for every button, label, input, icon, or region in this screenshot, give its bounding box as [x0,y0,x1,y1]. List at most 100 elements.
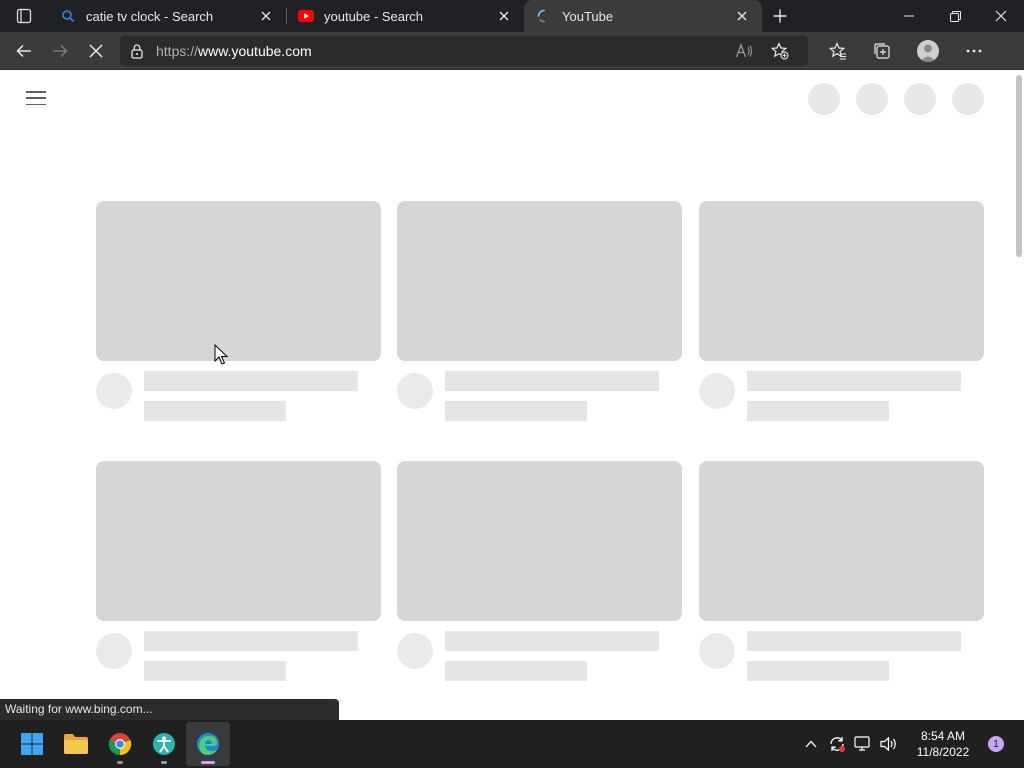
title-placeholder [445,371,659,391]
channel-avatar-placeholder [96,633,132,669]
clock-time: 8:54 AM [920,729,966,743]
minimize-button[interactable] [886,0,932,32]
show-hidden-icons-button[interactable] [798,720,824,768]
video-meta-placeholder [397,621,682,691]
close-window-button[interactable] [978,0,1024,32]
tabstrip-drag-area[interactable] [798,0,886,32]
chevron-up-icon [805,740,817,748]
guide-menu-button[interactable] [24,89,48,107]
thumbnail-placeholder [96,461,381,621]
lock-icon[interactable] [130,43,144,59]
notification-badge[interactable]: 1 [988,736,1004,752]
masthead-placeholder-buttons [808,83,984,115]
menu-line [26,97,46,99]
clock-date: 11/8/2022 [916,745,970,759]
network-button[interactable] [850,720,876,768]
channel-avatar-placeholder [397,373,433,409]
video-meta-placeholder [96,621,381,691]
avatar [917,39,939,62]
forward-arrow-icon [53,44,68,57]
title-placeholder [445,631,659,651]
star-add-icon [771,41,789,59]
clock[interactable]: 8:54 AM 11/8/2022 [902,728,984,760]
close-tab-icon[interactable] [496,8,512,24]
chrome-icon [108,733,132,756]
collections-button[interactable] [860,35,904,67]
back-arrow-icon [16,44,31,57]
close-tab-icon[interactable] [258,8,274,24]
video-meta-placeholder [397,361,682,431]
tab-title: catie tv clock - Search [86,8,214,24]
add-favorite-button[interactable] [762,36,798,66]
minimize-icon [904,15,914,17]
video-card-skeleton [699,461,984,691]
channel-avatar-placeholder [96,373,132,409]
masthead-placeholder [904,83,936,115]
thumbnail-placeholder [397,201,682,361]
menu-line [26,103,46,105]
video-card-skeleton [96,461,381,691]
title-placeholder [144,631,358,651]
stop-loading-button[interactable] [78,35,114,67]
video-card-skeleton [397,461,682,691]
favorites-button[interactable] [816,35,860,67]
plus-icon [773,9,787,23]
masthead-placeholder [808,83,840,115]
sync-icon [830,737,845,752]
accessibility-app-button[interactable] [142,722,186,766]
web-page [0,71,1024,720]
url-host: www.youtube.com [198,42,312,59]
profile-button[interactable] [904,35,952,67]
start-icon [21,733,43,755]
title-placeholder [747,371,961,391]
title-placeholder [747,631,961,651]
page-scrollbar[interactable] [1016,75,1022,257]
more-dots-icon [966,49,982,52]
start-button[interactable] [10,722,54,766]
tab-youtube[interactable]: YouTube [524,0,762,32]
chrome-button[interactable] [98,722,142,766]
subtitle-placeholder [747,401,889,421]
url-text[interactable]: https://www.youtube.com [156,43,726,59]
restore-icon [949,10,961,22]
back-button[interactable] [6,35,42,67]
restore-button[interactable] [932,0,978,32]
menu-line [26,91,46,93]
subtitle-placeholder [747,661,889,681]
video-card-skeleton [397,201,682,431]
running-indicator [117,761,123,764]
thumbnail-placeholder [699,201,984,361]
speaker-icon [880,736,896,752]
file-explorer-icon [64,734,88,754]
thumbnail-placeholder [397,461,682,621]
tab-actions-button[interactable] [0,0,48,32]
settings-more-button[interactable] [952,35,996,67]
address-bar[interactable]: https://www.youtube.com [120,35,808,66]
browser-toolbar: https://www.youtube.com [0,32,1024,70]
new-tab-button[interactable] [762,0,798,32]
subtitle-placeholder [445,661,587,681]
tab-bing-search-1[interactable]: catie tv clock - Search [48,0,286,32]
tab-youtube-search[interactable]: youtube - Search [286,0,524,32]
close-tab-icon[interactable] [734,8,750,24]
sync-status-button[interactable] [824,720,850,768]
channel-avatar-placeholder [699,373,735,409]
forward-button[interactable] [42,35,78,67]
edge-button[interactable] [186,722,230,766]
read-aloud-button[interactable] [726,36,762,66]
thumbnail-placeholder [699,461,984,621]
system-tray: 8:54 AM 11/8/2022 1 [798,720,1024,768]
channel-avatar-placeholder [699,633,735,669]
status-bar-text: Waiting for www.bing.com... [0,699,339,720]
close-icon [995,10,1007,22]
file-explorer-button[interactable] [54,722,98,766]
volume-button[interactable] [876,720,902,768]
masthead-placeholder [856,83,888,115]
favorites-icon [829,41,846,59]
tab-title: youtube - Search [324,8,424,24]
loading-spinner-icon [536,8,552,24]
edge-icon [197,733,219,755]
video-card-skeleton [96,201,381,431]
profile-icon [920,44,936,62]
bing-search-icon [60,8,76,24]
